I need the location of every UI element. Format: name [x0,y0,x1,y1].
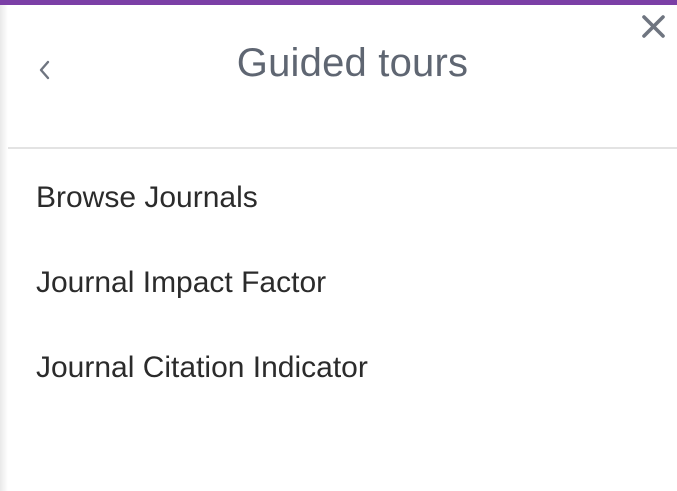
tour-item-journal-impact-factor[interactable]: Journal Impact Factor [36,261,368,346]
header-divider [8,147,677,149]
tour-item-browse-journals[interactable]: Browse Journals [36,176,368,261]
panel-header: Guided tours [0,5,677,147]
panel-title: Guided tours [236,41,469,85]
guided-tours-panel: Guided tours Browse Journals Journal Imp… [0,0,677,491]
tour-list: Browse Journals Journal Impact Factor Jo… [36,176,368,431]
tour-item-journal-citation-indicator[interactable]: Journal Citation Indicator [36,346,368,431]
